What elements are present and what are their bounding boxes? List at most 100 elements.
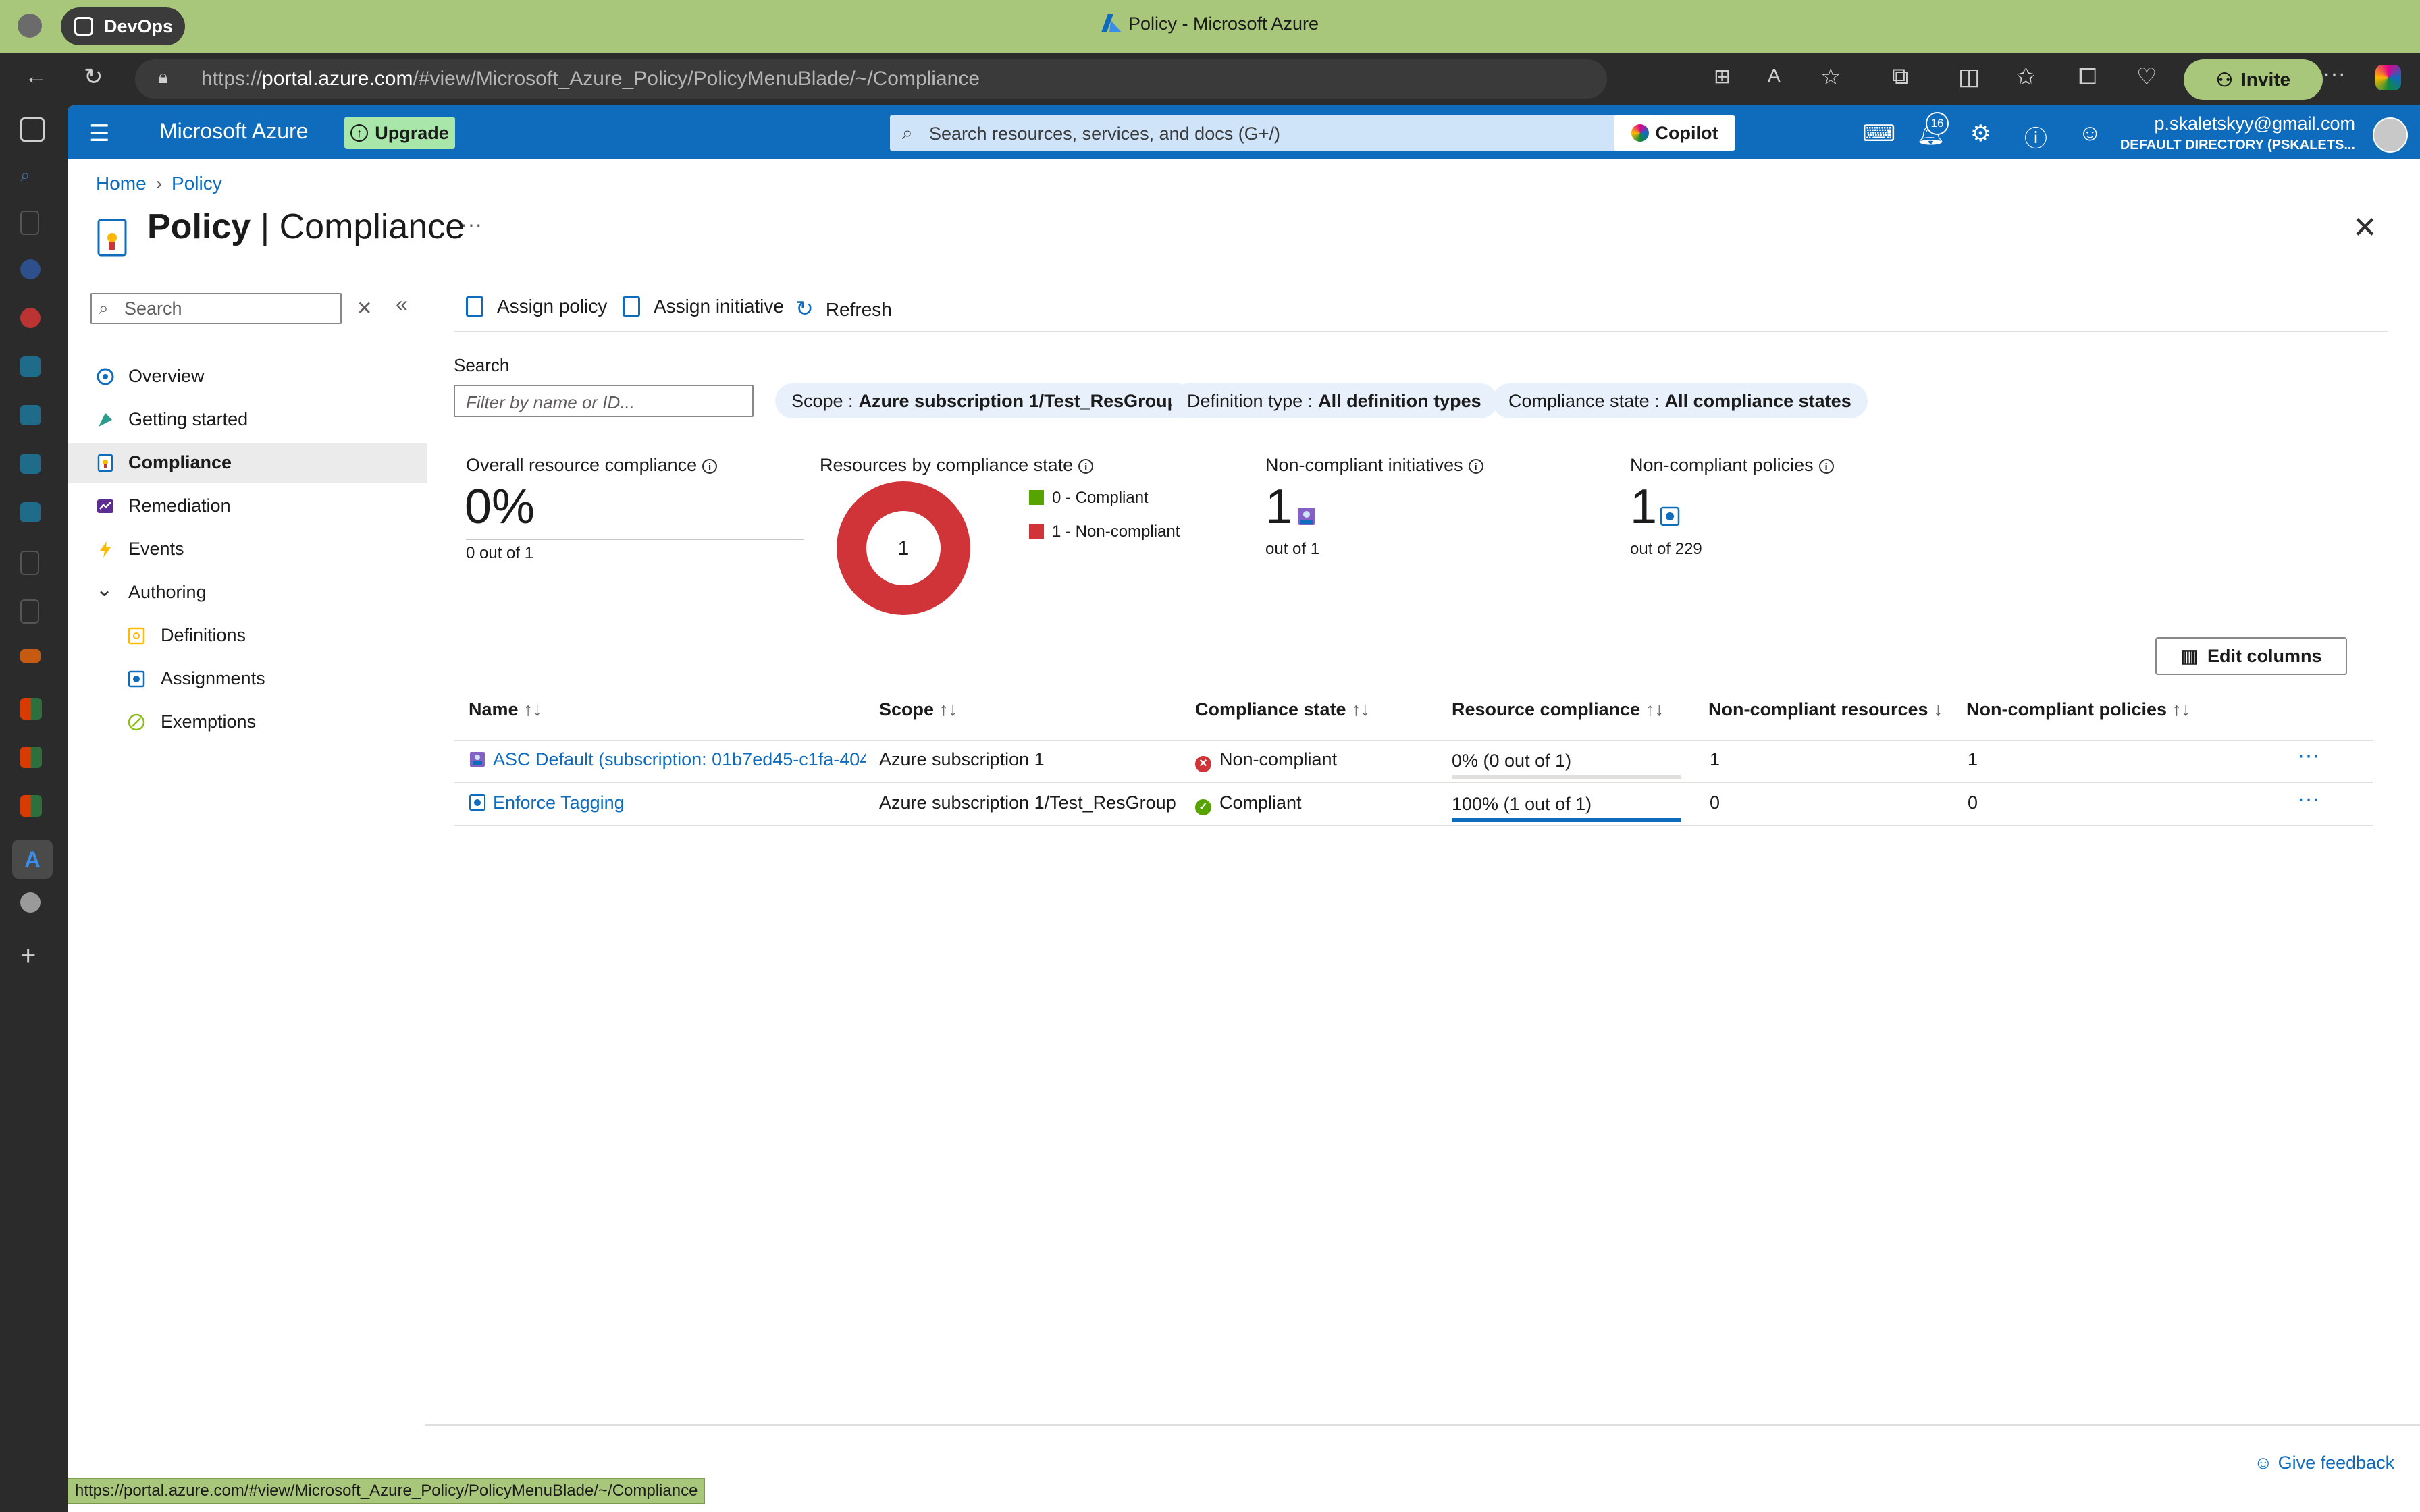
user-directory[interactable]: DEFAULT DIRECTORY (PSKALETS... [2120,138,2355,153]
window-title: Policy - Microsoft Azure [0,14,2420,34]
sidebar-item-events[interactable]: Events [68,529,427,570]
sidebar-item-authoring[interactable]: ⌄ Authoring [68,572,427,613]
feedback-person-icon[interactable]: ☺ [2078,120,2102,146]
upgrade-button[interactable]: ↑ Upgrade [344,117,455,149]
menu-icon[interactable]: ☰ [89,120,109,147]
sort-icon: ↓ [1933,699,1943,720]
error-icon: ✕ [1195,756,1211,772]
more-options-icon[interactable]: ··· [461,212,482,237]
definitions-icon [128,627,145,645]
app-icon-1[interactable] [20,356,41,377]
url-text[interactable]: https://portal.azure.com/#view/Microsoft… [201,68,980,90]
column-header-scope[interactable]: Scope ↑↓ [879,699,957,720]
donut-center-value: 1 [898,537,910,560]
office-icon-2[interactable] [20,747,42,768]
compliance-bar [466,539,804,540]
page-icon[interactable] [20,211,39,235]
office-icon-1[interactable] [20,698,42,720]
clear-search-icon[interactable]: ✕ [357,297,372,319]
legend-compliant: 0 - Compliant [1052,489,1149,507]
app-icon-2[interactable] [20,405,41,425]
search-icon[interactable]: ⌕ [20,165,45,189]
avatar[interactable] [2373,117,2408,153]
sidebar-item-compliance[interactable]: Compliance [68,443,427,483]
info-icon[interactable]: i [1468,458,1483,474]
sidebar-item-getting-started[interactable]: Getting started [68,400,427,440]
column-header-nc-resources[interactable]: Non-compliant resources ↓ [1708,699,1943,720]
brand-label[interactable]: Microsoft Azure [159,119,309,144]
reload-icon[interactable]: ↻ [84,63,103,90]
read-aloud-icon[interactable]: A [1768,65,1781,86]
invite-button[interactable]: ⚇ Invite [2184,59,2323,100]
azure-tab-icon[interactable]: A [12,840,53,879]
breadcrumb-home[interactable]: Home [96,173,147,194]
favorites-icon[interactable]: ✩ [2016,63,2036,90]
add-icon[interactable]: + [20,942,45,969]
help-icon[interactable]: ⓘ [2024,120,2047,153]
app-available-icon[interactable]: ⊞ [1714,65,1731,88]
edit-columns-button[interactable]: ▥ Edit columns [2155,637,2347,675]
assign-policy-button[interactable]: Assign policy [466,296,607,317]
overall-compliance-sub: 0 out of 1 [466,544,534,562]
row-name-link[interactable]: ASC Default (subscription: 01b7ed45-c1fa… [493,749,866,770]
sidebar-item-exemptions[interactable]: Exemptions [68,702,427,742]
favorite-star-icon[interactable]: ☆ [1820,63,1841,90]
browser-essentials-icon[interactable]: ♡ [2136,63,2157,90]
user-email[interactable]: p.skaletskyy@gmail.com [2155,113,2356,134]
row-more-actions-icon[interactable]: ··· [2297,786,2320,812]
row-more-actions-icon[interactable]: ··· [2297,742,2320,769]
sidebar-item-label: Authoring [128,582,207,602]
copilot-button[interactable]: Copilot [1614,115,1735,151]
collections-icon[interactable]: ⧠ [2078,63,2097,90]
row-nc-policies: 0 [1968,792,1978,813]
media-icon[interactable] [20,308,41,328]
sidebar-item-definitions[interactable]: Definitions [68,616,427,656]
scope-filter-pill[interactable]: Scope : Azure subscription 1/Test_ResGrou… [775,383,1195,418]
info-icon[interactable]: i [1818,458,1834,474]
collapse-nav-icon[interactable]: « [396,292,408,317]
global-search-input[interactable]: ⌕ Search resources, services, and docs (G… [890,115,1660,151]
info-icon[interactable]: i [1078,458,1094,474]
extensions-icon[interactable]: ⧉ [1892,63,1908,90]
column-header-resource-compliance[interactable]: Resource compliance ↑↓ [1452,699,1664,720]
breadcrumb-policy[interactable]: Policy [172,173,222,194]
settings-more-icon[interactable]: ··· [2323,61,2346,87]
column-header-nc-policies[interactable]: Non-compliant policies ↑↓ [1966,699,2190,720]
office-icon-3[interactable] [20,795,42,817]
row-name-link[interactable]: Enforce Tagging [493,792,625,813]
compliance-icon [97,454,113,473]
tab-actions-icon[interactable] [20,117,45,142]
give-feedback-link[interactable]: ☺ Give feedback [2254,1453,2394,1474]
close-icon[interactable]: ✕ [2352,211,2377,245]
sidebar-item-remediation[interactable]: Remediation [68,486,427,526]
column-header-name[interactable]: Name ↑↓ [469,699,542,720]
row-divider [454,825,2373,826]
split-screen-icon[interactable]: ◫ [1958,63,1980,90]
back-icon[interactable]: ← [24,63,47,90]
sidebar-item-label: Compliance [128,452,232,473]
document-icon-1[interactable] [20,551,39,575]
settings-gear-icon[interactable]: ⚙ [1970,120,1991,147]
document-icon-2[interactable] [20,599,39,624]
by-state-label: Resources by compliance state i [820,455,1094,476]
devops-icon[interactable] [20,259,41,279]
sidebar-item-overview[interactable]: Overview [68,356,427,397]
sidebar-item-label: Remediation [128,495,231,516]
legend-compliant-swatch [1029,490,1044,505]
assign-initiative-button[interactable]: Assign initiative [623,296,784,317]
refresh-button[interactable]: ↻ Refresh [795,296,892,321]
app-icon-3[interactable] [20,454,41,474]
cloud-shell-icon[interactable]: ⌨ [1862,120,1895,147]
analytics-icon[interactable] [20,649,41,663]
app-icon-4[interactable] [20,502,41,522]
azure-logo-icon [1101,14,1122,32]
filter-search-input[interactable]: Filter by name or ID... [454,385,754,417]
definition-type-filter-pill[interactable]: Definition type : All definition types [1171,383,1498,418]
nav-search-input[interactable]: ⌕ Search [90,293,342,324]
github-icon[interactable] [20,892,41,913]
sidebar-item-assignments[interactable]: Assignments [68,659,427,699]
copilot-sidebar-icon[interactable] [2375,65,2401,90]
column-header-compliance-state[interactable]: Compliance state ↑↓ [1195,699,1370,720]
compliance-state-filter-pill[interactable]: Compliance state : All compliance states [1492,383,1868,418]
info-icon[interactable]: i [702,458,718,474]
